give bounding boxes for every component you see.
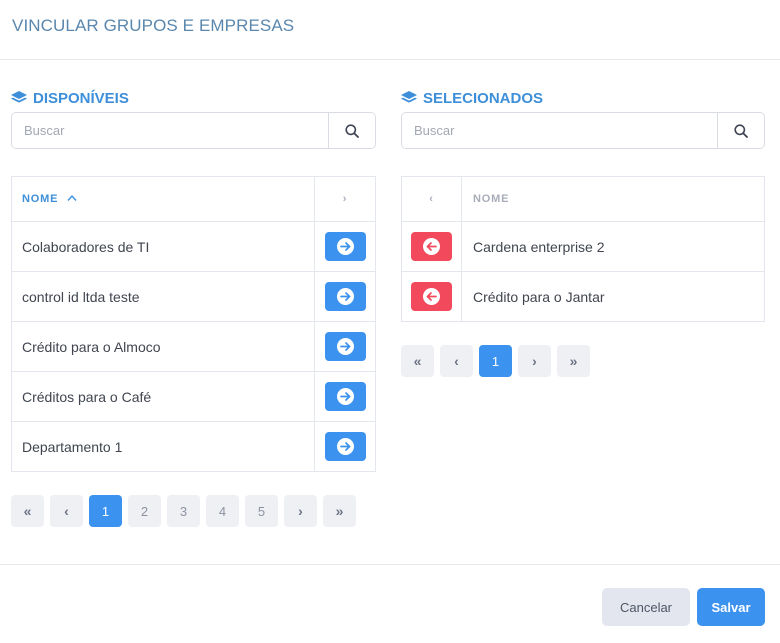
- modal-title: VINCULAR GRUPOS E EMPRESAS: [12, 16, 295, 35]
- table-row: Crédito para o Jantar: [401, 271, 765, 322]
- add-item-button[interactable]: [324, 232, 366, 261]
- table-header-row: ‹ NOME: [401, 176, 765, 222]
- selected-name-header[interactable]: NOME: [461, 176, 765, 222]
- table-row: Colaboradores de TI: [11, 221, 376, 272]
- arrow-circle-right-icon: [336, 288, 354, 305]
- table-row: Créditos para o Café: [11, 371, 376, 422]
- add-item-button[interactable]: [324, 282, 366, 311]
- search-icon: [345, 123, 359, 138]
- table-row: Cardena enterprise 2: [401, 221, 765, 272]
- page-button[interactable]: 4: [206, 495, 239, 527]
- arrow-circle-left-icon: [423, 288, 440, 305]
- remove-all-header[interactable]: ‹: [401, 176, 462, 222]
- add-item-button[interactable]: [324, 432, 366, 461]
- selected-search: [401, 112, 765, 149]
- row-name: Créditos para o Café: [11, 371, 315, 422]
- prev-page-button[interactable]: ‹: [440, 345, 473, 377]
- row-action-cell: [314, 371, 376, 422]
- next-page-button[interactable]: ›: [284, 495, 317, 527]
- available-table: NOME › Colaboradores de TI control id ltd…: [11, 176, 376, 472]
- row-action-cell: [314, 271, 376, 322]
- layers-icon: [401, 90, 417, 103]
- selected-search-input[interactable]: [402, 113, 717, 148]
- row-name: control id ltda teste: [11, 271, 315, 322]
- sort-ascending-icon: [67, 194, 77, 201]
- page-button[interactable]: 1: [479, 345, 512, 377]
- page-button[interactable]: 5: [245, 495, 278, 527]
- selected-search-button[interactable]: [717, 113, 764, 148]
- available-search: [11, 112, 376, 149]
- selected-title: SELECIONADOS: [401, 88, 765, 108]
- row-name: Colaboradores de TI: [11, 221, 315, 272]
- selected-pagination: «‹ 1 ›»: [401, 345, 765, 377]
- arrow-circle-left-icon: [423, 238, 440, 255]
- name-header-label: NOME: [22, 193, 59, 205]
- footer-divider: [0, 564, 780, 565]
- row-action-cell: [401, 271, 462, 322]
- page-button[interactable]: 3: [167, 495, 200, 527]
- first-page-button[interactable]: «: [11, 495, 44, 527]
- arrow-circle-right-icon: [336, 438, 354, 455]
- table-header-row: NOME ›: [11, 176, 376, 222]
- prev-page-button[interactable]: ‹: [50, 495, 83, 527]
- row-name: Crédito para o Almoco: [11, 321, 315, 372]
- search-icon: [734, 123, 748, 138]
- table-row: control id ltda teste: [11, 271, 376, 322]
- selected-title-label: SELECIONADOS: [423, 89, 544, 107]
- available-title-label: DISPONÍVEIS: [33, 89, 129, 107]
- modal-header: VINCULAR GRUPOS E EMPRESAS: [0, 0, 780, 60]
- available-search-input[interactable]: [12, 113, 328, 148]
- save-button[interactable]: Salvar: [697, 588, 765, 626]
- row-action-cell: [314, 321, 376, 372]
- row-action-cell: [314, 221, 376, 272]
- next-page-button[interactable]: ›: [518, 345, 551, 377]
- add-item-button[interactable]: [324, 332, 366, 361]
- available-title: DISPONÍVEIS: [11, 88, 376, 108]
- arrow-circle-right-icon: [336, 388, 354, 405]
- available-pagination: «‹ 1 2 3 4 5 ›»: [11, 495, 376, 527]
- selected-table: ‹ NOME Cardena enterprise 2 Crédito para …: [401, 176, 765, 322]
- add-all-header[interactable]: ›: [314, 176, 376, 222]
- last-page-button[interactable]: »: [557, 345, 590, 377]
- arrow-circle-right-icon: [336, 338, 354, 355]
- row-name: Departamento 1: [11, 421, 315, 472]
- arrow-circle-right-icon: [336, 238, 354, 255]
- row-action-cell: [401, 221, 462, 272]
- table-row: Crédito para o Almoco: [11, 321, 376, 372]
- cancel-button[interactable]: Cancelar: [602, 588, 690, 626]
- page-button[interactable]: 1: [89, 495, 122, 527]
- available-panel: DISPONÍVEIS NOME › Colaboradores de TIco…: [11, 88, 376, 527]
- add-item-button[interactable]: [324, 382, 366, 411]
- last-page-button[interactable]: »: [323, 495, 356, 527]
- layers-icon: [11, 90, 27, 103]
- remove-item-button[interactable]: [411, 232, 452, 261]
- row-action-cell: [314, 421, 376, 472]
- row-name: Crédito para o Jantar: [461, 271, 765, 322]
- remove-item-button[interactable]: [411, 282, 452, 311]
- available-name-header[interactable]: NOME: [11, 176, 315, 222]
- available-search-button[interactable]: [328, 113, 375, 148]
- row-name: Cardena enterprise 2: [461, 221, 765, 272]
- table-row: Departamento 1: [11, 421, 376, 472]
- selected-panel: SELECIONADOS ‹ NOME Cardena enterprise 2…: [401, 88, 765, 377]
- page-button[interactable]: 2: [128, 495, 161, 527]
- first-page-button[interactable]: «: [401, 345, 434, 377]
